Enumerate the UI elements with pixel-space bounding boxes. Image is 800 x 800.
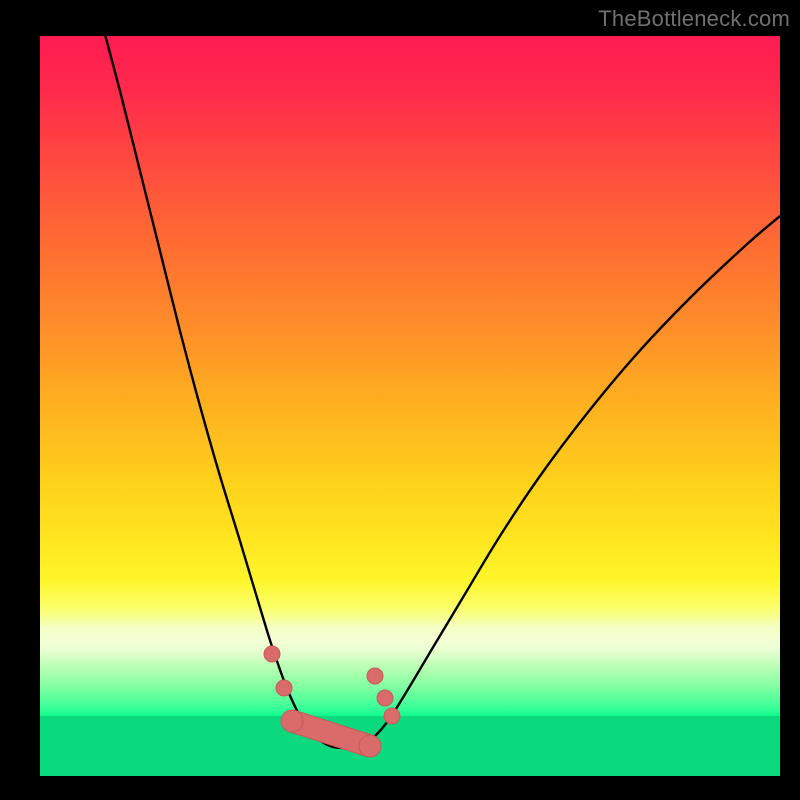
markers-group [264, 646, 400, 757]
marker-dot [367, 668, 383, 684]
marker-dot [281, 710, 303, 732]
plot-area [40, 36, 780, 776]
watermark-text: TheBottleneck.com [598, 6, 790, 32]
chart-frame: TheBottleneck.com [0, 0, 800, 800]
marker-dot [276, 680, 292, 696]
marker-dot [384, 708, 400, 724]
marker-dot [264, 646, 280, 662]
marker-dot [359, 735, 381, 757]
marker-dot [377, 690, 393, 706]
markers-layer [40, 36, 780, 776]
